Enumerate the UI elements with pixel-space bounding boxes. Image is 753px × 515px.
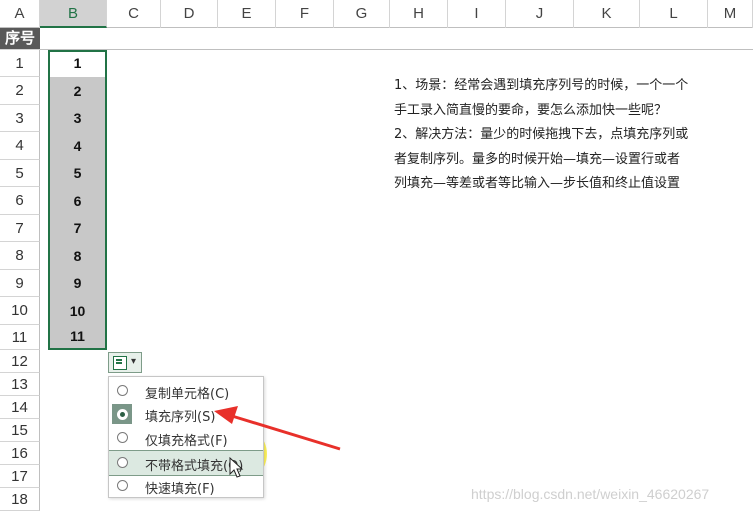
watermark: https://blog.csdn.net/weixin_46620267	[471, 486, 710, 502]
red-arrow-icon	[214, 406, 341, 451]
annotation-overlay	[214, 406, 341, 478]
mouse-pointer-icon	[229, 456, 244, 478]
